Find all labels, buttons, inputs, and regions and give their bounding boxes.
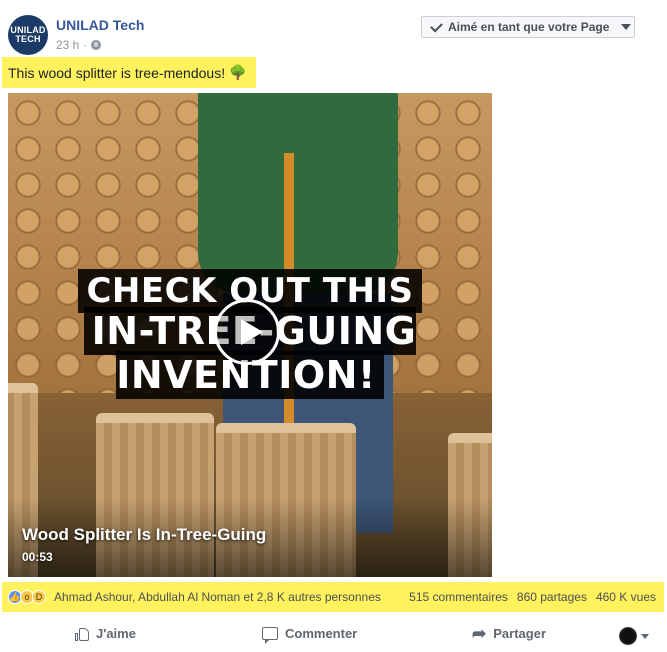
thumbs-up-icon: [75, 627, 89, 641]
actor-selector-avatar[interactable]: [619, 627, 637, 645]
reactions-bar: 👍 o D Ahmad Ashour, Abdullah Al Noman et…: [2, 582, 664, 612]
chevron-down-icon[interactable]: [641, 634, 649, 639]
post-timestamp[interactable]: 23 h: [56, 38, 79, 52]
video-player[interactable]: CHECK OUT THIS IN-TREE-GUING INVENTION! …: [8, 93, 492, 577]
play-button-icon[interactable]: [214, 299, 280, 365]
shares-count-link[interactable]: 860 partages: [517, 590, 587, 604]
share-arrow-icon: ➦: [472, 623, 487, 643]
avatar-text-line2: TECH: [15, 34, 41, 44]
caption-text: This wood splitter is tree-mendous!: [8, 64, 226, 81]
post-caption: This wood splitter is tree-mendous! 🌳: [2, 57, 256, 88]
reaction-icons[interactable]: 👍 o D: [8, 590, 46, 604]
like-button[interactable]: J'aime: [75, 626, 136, 641]
haha-reaction-icon[interactable]: D: [32, 590, 46, 604]
comment-bubble-icon: [262, 627, 278, 644]
post-meta: 23 h ·: [56, 38, 102, 52]
comment-button-label: Commenter: [285, 626, 358, 641]
page-avatar[interactable]: UNILAD TECH: [8, 15, 48, 55]
reaction-names-link[interactable]: Ahmad Ashour, Abdullah Al Noman et 2,8 K…: [54, 590, 409, 604]
public-globe-icon[interactable]: [91, 40, 102, 50]
share-button-label: Partager: [493, 626, 546, 641]
share-button[interactable]: ➦ Partager: [472, 623, 546, 643]
checkmark-icon: [430, 19, 443, 32]
post-card: UNILAD TECH UNILAD Tech 23 h · Aimé en t…: [0, 0, 667, 652]
like-button-label: J'aime: [96, 626, 136, 641]
liked-as-page-label: Aimé en tant que votre Page: [448, 20, 610, 34]
video-frame-person: [198, 93, 398, 293]
liked-as-page-button[interactable]: Aimé en tant que votre Page: [421, 16, 635, 38]
deciduous-tree-icon: 🌳: [229, 64, 247, 80]
video-duration: 00:53: [22, 550, 53, 564]
video-title[interactable]: Wood Splitter Is In-Tree-Guing: [22, 525, 266, 545]
comment-button[interactable]: Commenter: [262, 626, 358, 644]
views-count: 460 K vues: [595, 590, 656, 604]
page-name-link[interactable]: UNILAD Tech: [56, 17, 144, 33]
meta-separator: ·: [83, 38, 88, 52]
chevron-down-icon: [621, 24, 632, 30]
comments-count-link[interactable]: 515 commentaires: [409, 590, 508, 604]
post-actions: J'aime Commenter ➦ Partager: [0, 620, 667, 650]
post-stats: 515 commentaires 860 partages 460 K vues: [409, 590, 656, 604]
